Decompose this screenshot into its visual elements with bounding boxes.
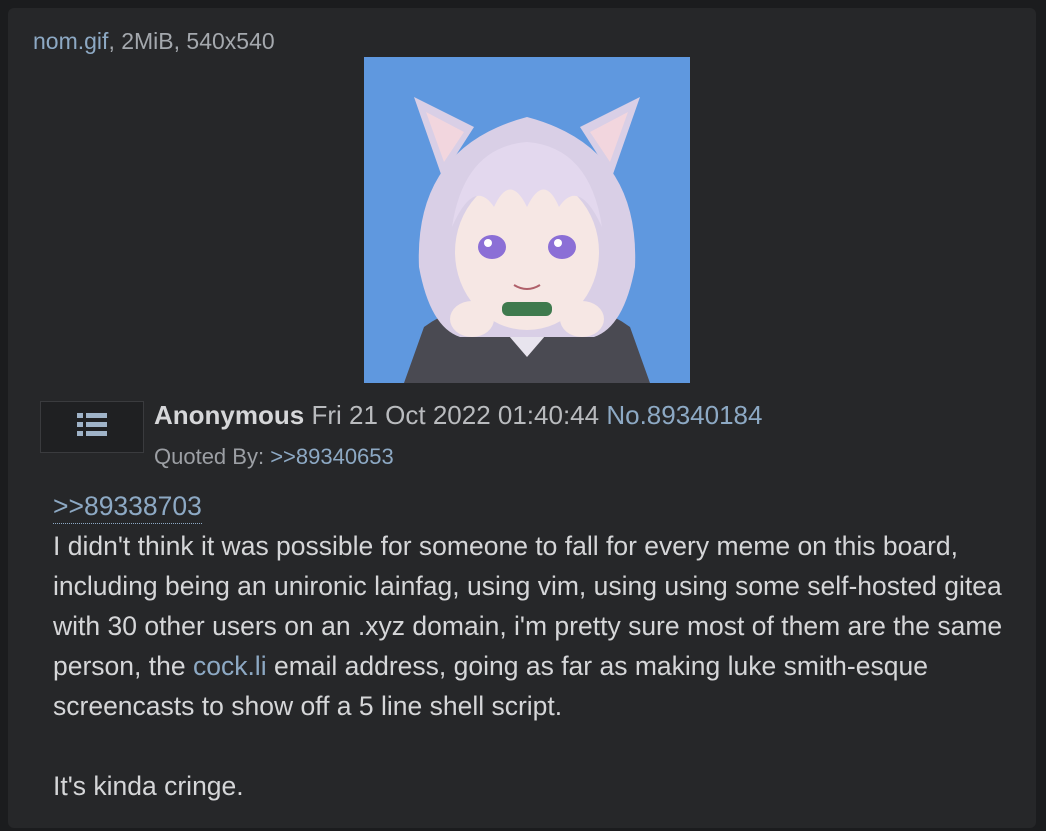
post-number-link[interactable]: No.89340184 xyxy=(606,400,762,430)
reply-quote-link[interactable]: >>89338703 xyxy=(53,491,202,524)
poster-name: Anonymous xyxy=(154,400,305,430)
quoted-by-label: Quoted By: xyxy=(154,444,271,469)
file-info: nom.gif, 2MiB, 540x540 xyxy=(33,28,275,55)
quoted-by-link[interactable]: >>89340653 xyxy=(270,444,394,469)
email-domain-link[interactable]: cock.li xyxy=(193,651,267,681)
post-text: I didn't think it was possible for someo… xyxy=(53,526,1028,726)
thumbnail-image xyxy=(364,57,690,383)
file-name-link[interactable]: nom.gif xyxy=(33,28,108,54)
post-menu-button[interactable] xyxy=(40,401,144,453)
post-header: Anonymous Fri 21 Oct 2022 01:40:44 No.89… xyxy=(154,400,762,431)
quoted-by: Quoted By: >>89340653 xyxy=(154,444,394,470)
post-container: nom.gif, 2MiB, 540x540 Anonymous Fri 21 … xyxy=(8,8,1036,828)
file-meta: , 2MiB, 540x540 xyxy=(108,28,275,54)
post-thumbnail[interactable] xyxy=(364,57,690,383)
post-closing-line: It's kinda cringe. xyxy=(53,771,244,801)
post-body: >>89338703 I didn't think it was possibl… xyxy=(53,486,1028,806)
post-date: Fri 21 Oct 2022 01:40:44 xyxy=(311,400,600,430)
list-menu-icon xyxy=(77,412,107,442)
